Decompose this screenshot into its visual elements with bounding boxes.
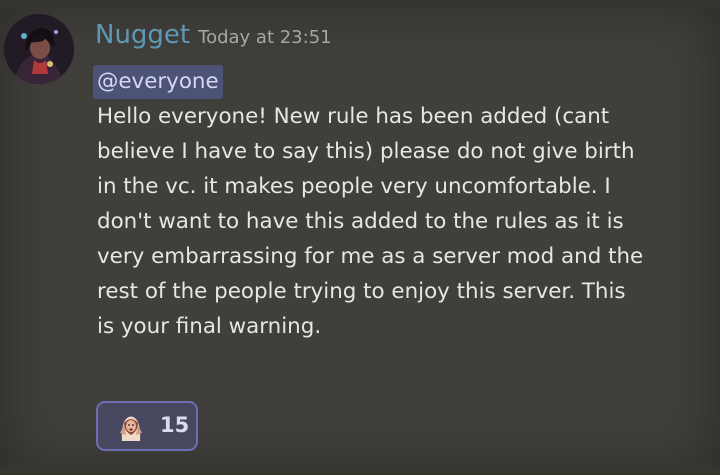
reaction-button[interactable]: 15	[96, 401, 198, 451]
message-line-2: believe I have to say this) please do no…	[97, 139, 635, 164]
face-with-raised-hands-icon	[116, 413, 146, 443]
reaction-count: 15	[160, 413, 190, 437]
message-line-3: in the vc. it makes people very uncomfor…	[97, 174, 611, 199]
message-line-5: very embarrassing for me as a server mod…	[97, 244, 644, 269]
message-timestamp: Today at 23:51	[198, 27, 332, 48]
message-line-6: rest of the people trying to enjoy this …	[97, 279, 626, 304]
author-username[interactable]: Nugget	[95, 20, 190, 50]
chat-message: Nugget Today at 23:51 @everyone Hello eve…	[0, 0, 720, 475]
message-header: Nugget Today at 23:51	[95, 20, 332, 50]
user-avatar[interactable]	[4, 14, 74, 84]
message-line-7: is your final warning.	[97, 314, 322, 339]
message-content: @everyone Hello everyone! New rule has b…	[93, 64, 712, 344]
everyone-mention[interactable]: @everyone	[93, 65, 223, 99]
message-line-1: Hello everyone! New rule has been added …	[97, 104, 610, 129]
message-line-4: don't want to have this added to the rul…	[97, 209, 624, 234]
